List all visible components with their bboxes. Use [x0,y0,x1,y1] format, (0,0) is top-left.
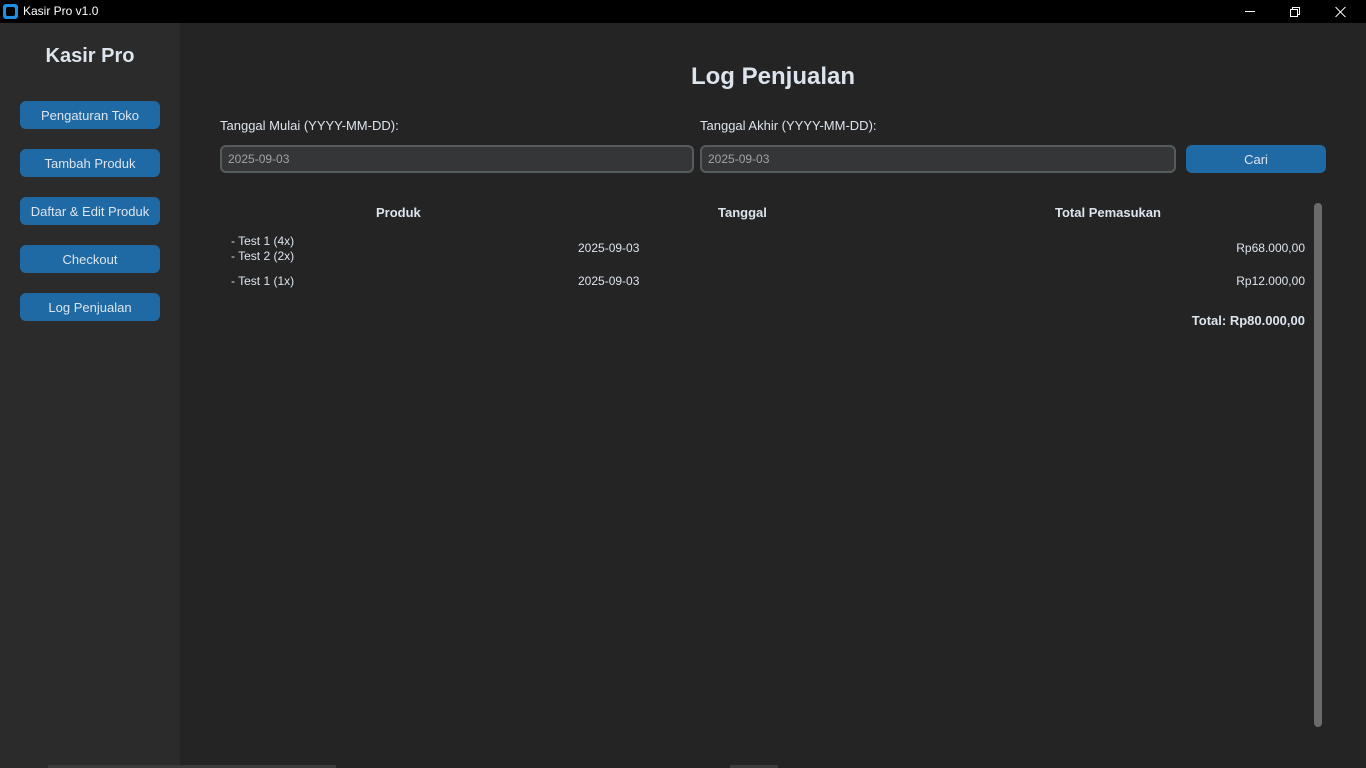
row-1-product-2: - Test 2 (2x) [231,249,295,263]
search-button[interactable]: Cari [1186,145,1326,173]
window-title: Kasir Pro v1.0 [23,4,99,18]
close-button[interactable] [1318,0,1364,23]
row-2-total: Rp12.000,00 [1236,274,1305,288]
row-2-date: 2025-09-03 [578,274,640,288]
sidebar: Kasir Pro Pengaturan Toko Tambah Produk … [0,23,180,768]
vertical-scrollbar[interactable] [1314,203,1322,727]
end-date-label: Tanggal Akhir (YYYY-MM-DD): [700,118,877,133]
column-header-total-pemasukan: Total Pemasukan [1055,205,1161,220]
close-icon [1335,6,1347,18]
row-1-total: Rp68.000,00 [1236,241,1305,255]
column-header-produk: Produk [376,205,421,220]
brand-title: Kasir Pro [45,45,135,67]
row-1-date: 2025-09-03 [578,241,640,255]
minimize-button[interactable] [1227,0,1273,23]
end-date-input[interactable] [700,145,1176,173]
grand-total: Total: Rp80.000,00 [1191,313,1305,328]
start-date-label: Tanggal Mulai (YYYY-MM-DD): [220,118,399,133]
nav-daftar-edit-produk-button[interactable]: Daftar & Edit Produk [20,197,160,225]
app-icon [3,4,18,19]
start-date-input[interactable] [220,145,694,173]
nav-pengaturan-toko-button[interactable]: Pengaturan Toko [20,101,160,129]
page-title: Log Penjualan [690,63,855,90]
column-header-tanggal: Tanggal [718,205,767,220]
restore-button[interactable] [1272,0,1318,23]
minimize-icon [1245,11,1255,12]
nav-tambah-produk-button[interactable]: Tambah Produk [20,149,160,177]
restore-icon [1290,6,1300,17]
window-titlebar: Kasir Pro v1.0 [0,0,1366,23]
sales-log-table: Produk Tanggal Total Pemasukan - Test 1 … [220,203,1310,733]
nav-log-penjualan-button[interactable]: Log Penjualan [20,293,160,321]
row-1-product-1: - Test 1 (4x) [231,234,295,248]
nav-checkout-button[interactable]: Checkout [20,245,160,273]
row-2-product-1: - Test 1 (1x) [231,274,295,288]
main-content: Log Penjualan Tanggal Mulai (YYYY-MM-DD)… [180,23,1366,768]
